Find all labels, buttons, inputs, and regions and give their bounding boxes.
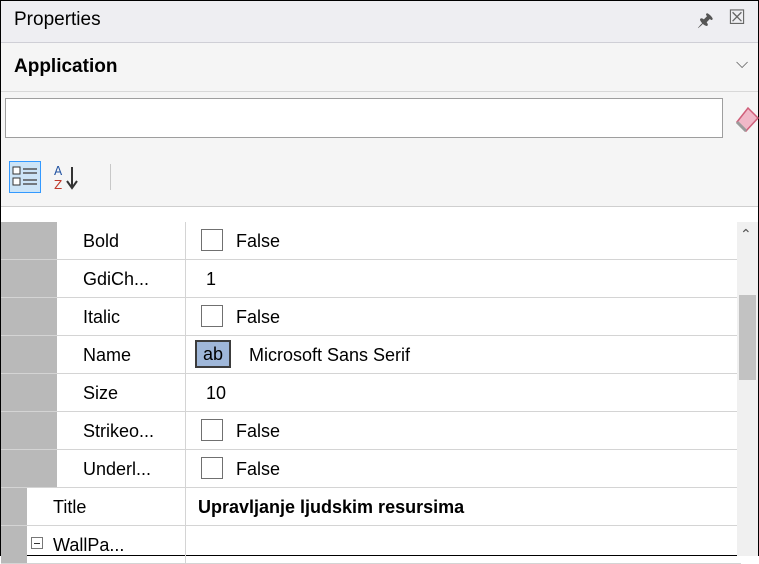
property-name: Size bbox=[83, 383, 119, 403]
property-row-strikeout[interactable]: Strikeo... False bbox=[1, 412, 741, 450]
property-row-italic[interactable]: Italic False bbox=[1, 298, 741, 336]
property-name: GdiCh... bbox=[83, 269, 150, 289]
property-name: Underl... bbox=[83, 459, 152, 479]
property-name: Strikeo... bbox=[83, 421, 155, 441]
property-grid: Bold False GdiCh... 1 Italic False Name … bbox=[1, 222, 758, 564]
column-divider bbox=[185, 526, 186, 563]
property-value: False bbox=[236, 459, 281, 479]
object-selector[interactable]: Application ⌵ bbox=[1, 43, 758, 92]
scroll-up-icon[interactable]: ⌃ bbox=[740, 226, 752, 243]
property-name: Italic bbox=[83, 307, 121, 327]
font-preview-icon: ab bbox=[195, 340, 231, 368]
property-name: Name bbox=[83, 345, 132, 365]
property-row-underline[interactable]: Underl... False bbox=[1, 450, 741, 488]
row-gutter bbox=[1, 412, 57, 449]
property-value[interactable]: 1 bbox=[206, 269, 216, 290]
row-gutter bbox=[1, 526, 27, 563]
title-bar: Properties 🖈 ☒ bbox=[1, 1, 758, 43]
column-divider bbox=[185, 450, 186, 487]
property-value: False bbox=[236, 307, 281, 327]
collapse-icon[interactable] bbox=[31, 537, 43, 549]
row-gutter bbox=[1, 260, 57, 297]
vertical-scrollbar[interactable]: ⌃ bbox=[737, 222, 758, 556]
row-gutter bbox=[1, 450, 57, 487]
property-name: WallPa... bbox=[53, 535, 125, 555]
row-gutter bbox=[1, 336, 57, 373]
property-row-gdicharset[interactable]: GdiCh... 1 bbox=[1, 260, 741, 298]
property-row-name[interactable]: Name ab Microsoft Sans Serif bbox=[1, 336, 741, 374]
property-row-title[interactable]: Title Upravljanje ljudskim resursima bbox=[1, 488, 741, 526]
categorized-button[interactable] bbox=[9, 161, 41, 193]
property-row-wallpaper[interactable]: WallPa... bbox=[1, 526, 741, 564]
checkbox[interactable] bbox=[201, 305, 223, 327]
column-divider bbox=[185, 488, 186, 525]
sort-alphabetical-icon: A Z bbox=[54, 164, 78, 192]
close-icon[interactable]: ☒ bbox=[728, 5, 746, 30]
column-divider bbox=[185, 374, 186, 411]
column-divider bbox=[185, 222, 186, 259]
checkbox[interactable] bbox=[201, 457, 223, 479]
property-row-size[interactable]: Size 10 bbox=[1, 374, 741, 412]
column-divider bbox=[185, 412, 186, 449]
column-divider bbox=[185, 298, 186, 335]
property-value: False bbox=[236, 421, 281, 441]
toolbar-separator bbox=[110, 164, 111, 190]
eraser-icon[interactable] bbox=[734, 105, 759, 135]
alphabetical-button[interactable]: A Z bbox=[51, 161, 83, 193]
row-gutter bbox=[1, 488, 27, 525]
pin-icon[interactable]: 🖈 bbox=[697, 8, 714, 38]
property-value[interactable]: Upravljanje ljudskim resursima bbox=[198, 497, 464, 518]
property-name: Title bbox=[53, 497, 87, 517]
svg-text:Z: Z bbox=[54, 178, 62, 192]
categorized-icon bbox=[12, 166, 37, 186]
scrollbar-thumb[interactable] bbox=[739, 295, 756, 380]
search-input[interactable] bbox=[5, 98, 723, 138]
column-divider bbox=[185, 336, 186, 373]
property-name: Bold bbox=[83, 231, 120, 251]
checkbox[interactable] bbox=[201, 419, 223, 441]
checkbox[interactable] bbox=[201, 229, 223, 251]
search-row bbox=[1, 92, 759, 148]
property-row-bold[interactable]: Bold False bbox=[1, 222, 741, 260]
property-value[interactable]: Microsoft Sans Serif bbox=[249, 345, 410, 366]
row-gutter bbox=[1, 222, 57, 259]
object-selector-value: Application bbox=[14, 56, 118, 77]
property-value: False bbox=[236, 231, 281, 251]
row-gutter bbox=[1, 374, 57, 411]
window-title: Properties bbox=[14, 9, 101, 30]
chevron-down-icon[interactable]: ⌵ bbox=[736, 55, 748, 73]
row-gutter bbox=[1, 298, 57, 335]
svg-text:A: A bbox=[54, 164, 63, 178]
property-value[interactable]: 10 bbox=[206, 383, 226, 404]
toolbar: A Z bbox=[1, 148, 758, 207]
column-divider bbox=[185, 260, 186, 297]
